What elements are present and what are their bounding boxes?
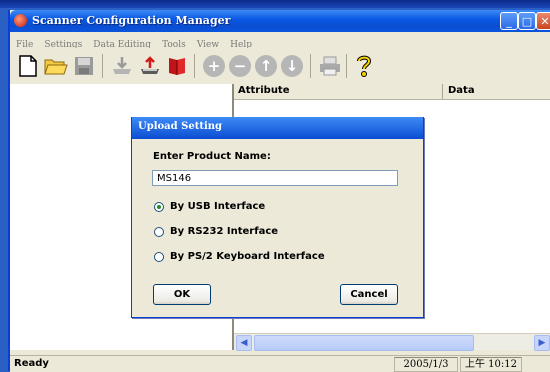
option-rs232[interactable]: By RS232 Interface [154, 226, 278, 237]
scroll-right-icon[interactable]: ▶ [534, 335, 550, 351]
download-icon[interactable] [110, 54, 134, 78]
save-icon[interactable] [72, 54, 96, 78]
option-ps2[interactable]: By PS/2 Keyboard Interface [154, 251, 325, 262]
dialog-title: Upload Setting [138, 121, 223, 132]
option-rs232-label: By RS232 Interface [170, 226, 279, 237]
toolbar-separator [102, 54, 103, 78]
help-icon[interactable] [352, 54, 376, 78]
radio-ps2[interactable] [154, 251, 164, 262]
close-button[interactable]: ✕ [536, 12, 550, 30]
status-date: 2005/1/3 [394, 357, 458, 372]
column-data[interactable]: Data [448, 85, 475, 96]
column-attribute[interactable]: Attribute [238, 85, 290, 96]
new-icon[interactable] [16, 54, 40, 78]
scroll-thumb[interactable] [254, 335, 474, 351]
status-text: Ready [14, 358, 49, 369]
toolbar-separator [194, 54, 195, 78]
option-usb[interactable]: By USB Interface [154, 201, 265, 212]
move-up-icon[interactable]: ↑ [254, 54, 278, 78]
horizontal-scrollbar[interactable]: ◀ ▶ [234, 333, 550, 351]
radio-usb[interactable] [154, 201, 164, 212]
cancel-button[interactable]: Cancel [340, 284, 398, 305]
app-window: Scanner Configuration Manager _ □ ✕ File… [8, 10, 550, 372]
add-icon[interactable]: + [202, 54, 226, 78]
upload-icon[interactable] [138, 54, 162, 78]
book-icon[interactable] [165, 54, 189, 78]
option-ps2-label: By PS/2 Keyboard Interface [170, 251, 325, 262]
maximize-button[interactable]: □ [518, 12, 536, 30]
product-name-label: Enter Product Name: [153, 151, 271, 162]
upload-setting-dialog: Upload Setting Enter Product Name: By US… [131, 117, 424, 318]
move-down-icon[interactable]: ↓ [280, 54, 304, 78]
column-divider[interactable] [442, 84, 443, 99]
window-title: Scanner Configuration Manager [32, 14, 231, 27]
app-icon[interactable] [14, 14, 27, 27]
grid-header: Attribute Data [234, 84, 550, 100]
radio-rs232[interactable] [154, 226, 164, 237]
scroll-left-icon[interactable]: ◀ [236, 335, 252, 351]
menu-bar: File Settings Data Editing Tools View He… [10, 32, 550, 50]
print-icon[interactable] [318, 54, 342, 78]
ok-button[interactable]: OK [153, 284, 211, 305]
status-bar: Ready 2005/1/3 上午 10:12 [10, 355, 550, 372]
toolbar: + − ↑ ↓ [10, 48, 550, 85]
remove-icon[interactable]: − [228, 54, 252, 78]
desktop-background [0, 0, 550, 8]
toolbar-separator [310, 54, 311, 78]
dialog-title-bar[interactable]: Upload Setting [132, 117, 423, 139]
status-time: 上午 10:12 [460, 357, 522, 372]
title-bar[interactable]: Scanner Configuration Manager _ □ ✕ [10, 10, 550, 32]
open-icon[interactable] [44, 54, 68, 78]
product-name-input[interactable] [152, 170, 398, 186]
toolbar-separator [346, 54, 347, 78]
option-usb-label: By USB Interface [170, 201, 266, 212]
minimize-button[interactable]: _ [500, 12, 518, 30]
